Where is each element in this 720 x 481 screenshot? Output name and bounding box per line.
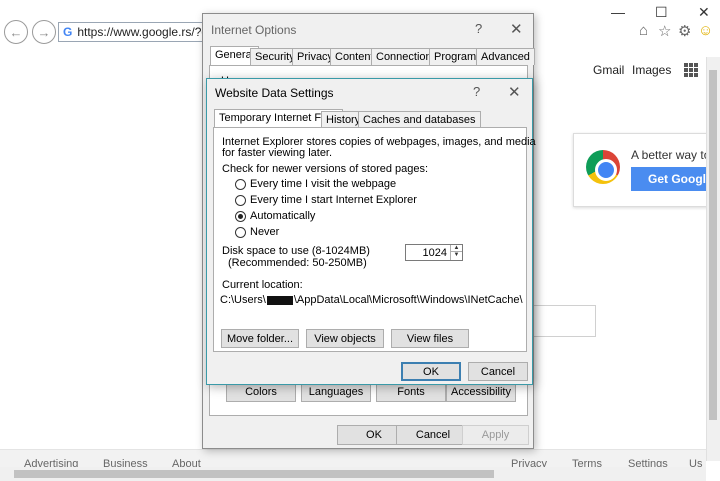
maximize-button[interactable]: ☐ xyxy=(655,4,668,21)
website-data-help-button[interactable]: ? xyxy=(473,84,480,99)
address-url: https://www.google.rs/?gws xyxy=(77,25,203,39)
smiley-icon[interactable]: ☺ xyxy=(698,22,713,39)
option-automatically-label: Automatically xyxy=(250,210,316,222)
star-icon[interactable]: ☆ xyxy=(658,22,671,40)
radio-every-visit[interactable] xyxy=(235,178,246,190)
chrome-promo-card: A better way to Get Google xyxy=(573,133,714,207)
radio-every-start[interactable] xyxy=(235,194,246,206)
tab-advanced[interactable]: Advanced xyxy=(476,48,535,65)
disk-space-stepper[interactable]: 1024 ▲ ▼ xyxy=(405,244,463,261)
option-every-visit-label: Every time I visit the webpage xyxy=(250,178,397,190)
stepper-down-icon[interactable]: ▼ xyxy=(451,252,462,259)
languages-button[interactable]: Languages xyxy=(301,382,371,402)
horizontal-scroll-thumb[interactable] xyxy=(14,470,494,478)
vertical-scroll-thumb[interactable] xyxy=(709,70,717,420)
search-input[interactable] xyxy=(530,305,596,337)
move-folder-button[interactable]: Move folder... xyxy=(221,329,299,348)
internet-options-close-button[interactable]: ✕ xyxy=(510,20,523,38)
forward-arrow-icon: → xyxy=(37,24,51,40)
home-icon[interactable]: ⌂ xyxy=(639,22,648,39)
chrome-logo-icon xyxy=(586,150,620,184)
fonts-button[interactable]: Fonts xyxy=(376,382,446,402)
option-automatically[interactable]: Automatically xyxy=(235,210,315,222)
internet-options-apply-button[interactable]: Apply xyxy=(462,425,529,445)
website-data-cancel-button[interactable]: Cancel xyxy=(468,362,528,381)
internet-options-title: Internet Options xyxy=(211,23,297,37)
disk-space-recommended: (Recommended: 50-250MB) xyxy=(228,257,367,269)
location-prefix: C:\Users\ xyxy=(220,294,266,306)
disk-space-value[interactable]: 1024 xyxy=(423,247,447,259)
radio-automatically[interactable] xyxy=(235,210,246,222)
gmail-link[interactable]: Gmail xyxy=(593,63,624,77)
website-data-settings-dialog: Website Data Settings ? ✕ Temporary Inte… xyxy=(206,78,536,385)
view-objects-button[interactable]: View objects xyxy=(306,329,384,348)
current-location-path: C:\Users\ \AppData\Local\Microsoft\Window… xyxy=(220,294,523,306)
website-data-close-button[interactable]: ✕ xyxy=(508,83,521,101)
option-never-label: Never xyxy=(250,226,280,238)
internet-options-cancel-button[interactable]: Cancel xyxy=(396,425,470,445)
colors-button[interactable]: Colors xyxy=(226,382,296,402)
website-data-settings-title: Website Data Settings xyxy=(215,86,334,100)
current-location-label: Current location: xyxy=(222,279,303,291)
option-every-start[interactable]: Every time I start Internet Explorer xyxy=(235,194,417,206)
tab-caches-and-databases[interactable]: Caches and databases xyxy=(358,111,481,128)
option-never[interactable]: Never xyxy=(235,226,279,238)
close-window-button[interactable]: ✕ xyxy=(698,4,710,21)
radio-never[interactable] xyxy=(235,226,246,238)
accessibility-button[interactable]: Accessibility xyxy=(446,382,516,402)
disk-space-label: Disk space to use (8-1024MB) xyxy=(222,245,370,257)
get-google-button[interactable]: Get Google xyxy=(631,167,714,191)
back-button[interactable]: ← xyxy=(4,20,28,44)
option-every-visit[interactable]: Every time I visit the webpage xyxy=(235,178,396,190)
forward-button[interactable]: → xyxy=(32,20,56,44)
website-data-ok-button[interactable]: OK xyxy=(401,362,461,381)
location-suffix: \AppData\Local\Microsoft\Windows\INetCac… xyxy=(293,294,523,306)
view-files-button[interactable]: View files xyxy=(391,329,469,348)
stepper-up-icon[interactable]: ▲ xyxy=(451,245,462,252)
gear-icon[interactable]: ⚙ xyxy=(678,22,691,40)
internet-options-help-button[interactable]: ? xyxy=(475,21,482,36)
description-line-2: for faster viewing later. xyxy=(222,147,333,159)
apps-grid-icon[interactable] xyxy=(684,63,698,77)
redacted-username xyxy=(266,295,293,305)
temporary-internet-files-panel: Internet Explorer stores copies of webpa… xyxy=(213,127,536,352)
google-favicon-icon: G xyxy=(63,25,73,39)
promo-text: A better way to xyxy=(631,148,711,162)
minimize-button[interactable]: — xyxy=(611,4,625,20)
option-every-start-label: Every time I start Internet Explorer xyxy=(250,194,417,206)
check-newer-versions-label: Check for newer versions of stored pages… xyxy=(222,163,429,175)
back-arrow-icon: ← xyxy=(9,24,23,40)
images-link[interactable]: Images xyxy=(632,63,671,77)
address-bar[interactable]: G https://www.google.rs/?gws xyxy=(58,22,204,42)
